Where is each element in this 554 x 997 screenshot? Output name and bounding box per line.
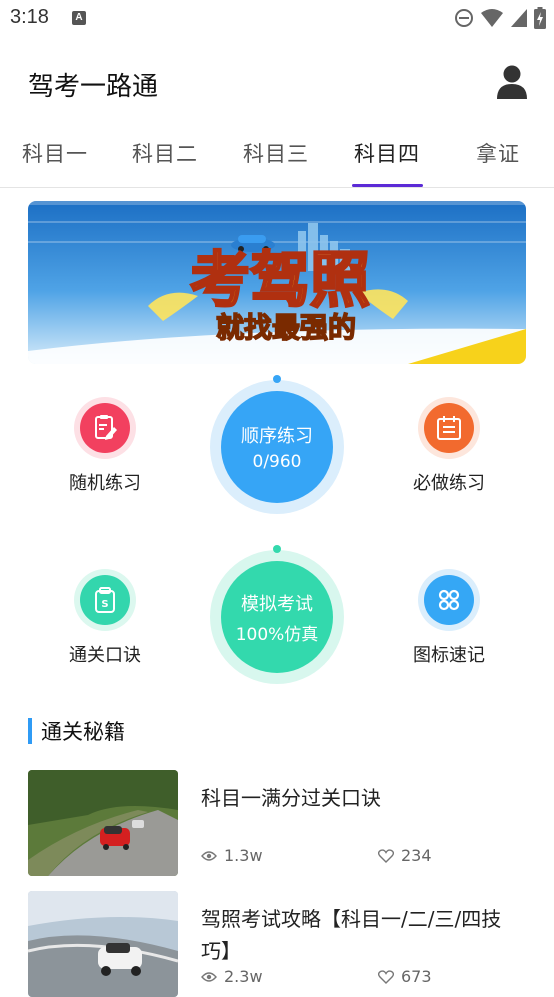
eye-icon [201, 850, 217, 861]
eye-icon [201, 971, 217, 982]
user-icon [497, 65, 527, 99]
command-icon [438, 589, 460, 611]
signal-icon [511, 9, 527, 27]
article-likes-count: 673 [401, 967, 432, 986]
app-bar: 驾考一路通 [0, 58, 554, 110]
random-practice-label: 随机练习 [69, 473, 141, 494]
article-item[interactable]: 驾照考试攻略【科目一/二/三/四技巧】 2.3w 673 [28, 891, 526, 997]
tab-subject-4[interactable]: 科目四 [354, 138, 420, 168]
banner-headline: 考驾照 [190, 246, 370, 316]
article-views-count: 1.3w [224, 846, 263, 865]
mock-exam-subtitle: 100%仿真 [235, 624, 319, 645]
do-not-disturb-icon [455, 9, 473, 27]
wifi-icon [481, 9, 503, 27]
active-tab-indicator [352, 184, 423, 187]
article-title: 驾照考试攻略【科目一/二/三/四技巧】 [201, 907, 502, 963]
sequential-practice-label: 顺序练习 [241, 426, 313, 447]
article-views: 1.3w [201, 846, 263, 865]
section-header: 通关秘籍 [28, 717, 125, 745]
sign-memory-button[interactable]: 图标速记 [389, 569, 509, 667]
article-thumbnail [28, 770, 178, 876]
article-likes-count: 234 [401, 846, 432, 865]
promo-banner[interactable]: 考驾照 就找最强的 [28, 201, 526, 364]
sequential-practice-button[interactable]: 顺序练习 0/960 [210, 375, 344, 514]
subject-tabs: 科目一 科目二 科目三 科目四 拿证 [0, 128, 554, 188]
article-title: 科目一满分过关口诀 [201, 786, 381, 810]
heart-icon [378, 969, 394, 984]
tab-subject-1[interactable]: 科目一 [22, 138, 88, 168]
heart-icon [378, 848, 394, 863]
progress-dot [273, 545, 281, 553]
article-views: 2.3w [201, 967, 263, 986]
edit-document-icon [95, 415, 117, 440]
section-accent-bar [28, 718, 32, 744]
clipboard-s-icon: S [95, 587, 115, 613]
calendar-list-icon [437, 416, 461, 440]
article-thumbnail [28, 891, 178, 997]
mock-exam-button[interactable]: 模拟考试 100%仿真 [210, 545, 344, 684]
status-bar: 3:18 A [0, 0, 554, 38]
pass-tips-button[interactable]: S 通关口诀 [45, 569, 165, 667]
mock-exam-label: 模拟考试 [241, 593, 313, 615]
sign-memory-label: 图标速记 [413, 645, 485, 666]
article-likes: 234 [378, 846, 432, 865]
section-title: 通关秘籍 [41, 720, 125, 744]
banner-image: 考驾照 就找最强的 [28, 201, 526, 364]
article-views-count: 2.3w [224, 967, 263, 986]
pass-tips-label: 通关口诀 [69, 645, 141, 666]
svg-text:S: S [101, 599, 108, 610]
sequential-practice-progress: 0/960 [252, 452, 302, 472]
battery-charging-icon [534, 7, 546, 29]
must-practice-label: 必做练习 [413, 473, 485, 494]
article-likes: 673 [378, 967, 432, 986]
banner-subline: 就找最强的 [216, 311, 356, 344]
tab-subject-2[interactable]: 科目二 [132, 138, 198, 168]
status-time: 3:18 [10, 6, 49, 28]
progress-dot [273, 375, 281, 383]
status-icons [454, 7, 546, 29]
random-practice-button[interactable]: 随机练习 [45, 397, 165, 495]
app-title: 驾考一路通 [28, 72, 159, 102]
tab-license[interactable]: 拿证 [476, 138, 520, 168]
tab-subject-3[interactable]: 科目三 [243, 138, 309, 168]
must-practice-button[interactable]: 必做练习 [389, 397, 509, 495]
keyboard-badge-icon: A [72, 11, 86, 25]
profile-button[interactable] [496, 64, 528, 100]
article-item[interactable]: 科目一满分过关口诀 1.3w 234 [28, 770, 526, 876]
